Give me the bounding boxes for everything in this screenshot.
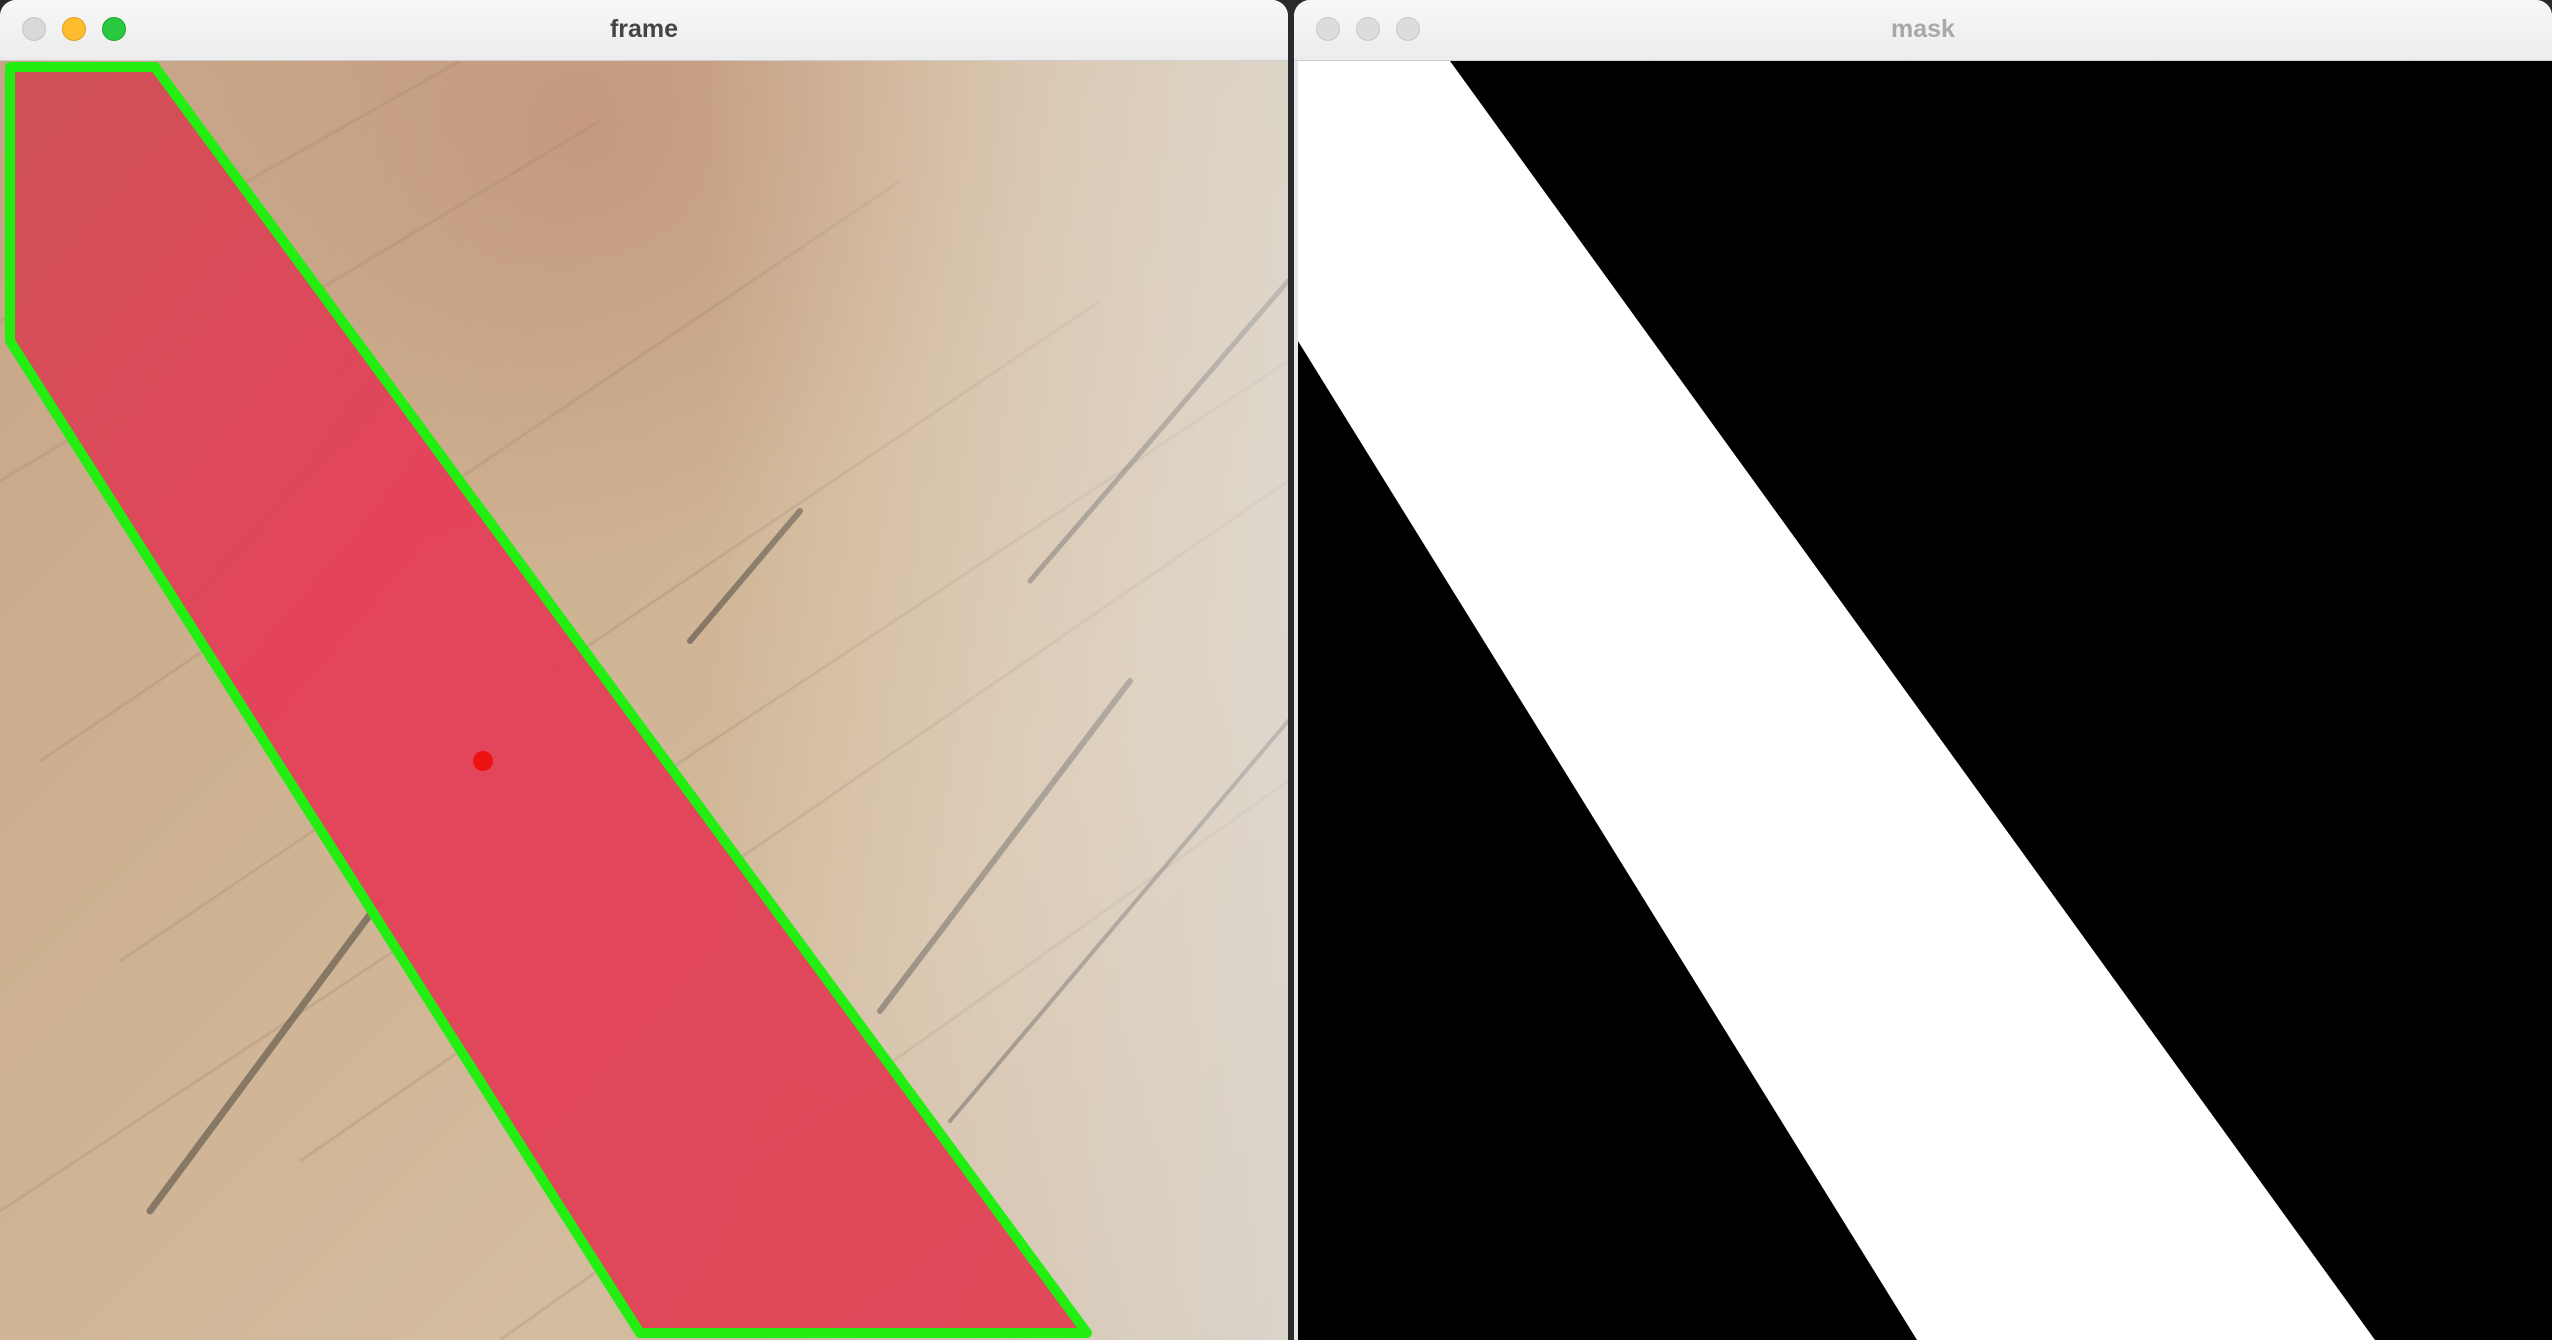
red-centroid-dot — [473, 751, 493, 771]
mask-canvas — [1294, 61, 2552, 1340]
mask-window: mask — [1294, 0, 2552, 1340]
mask-image — [1298, 61, 2552, 1340]
frame-titlebar[interactable]: frame — [0, 0, 1288, 61]
window-title: frame — [609, 15, 679, 43]
frame-image — [0, 61, 1288, 1340]
mask-titlebar[interactable]: mask — [1294, 0, 2552, 61]
frame-canvas — [0, 61, 1288, 1340]
window-title: mask — [1891, 15, 1955, 43]
frame-window: frame — [0, 0, 1288, 1340]
